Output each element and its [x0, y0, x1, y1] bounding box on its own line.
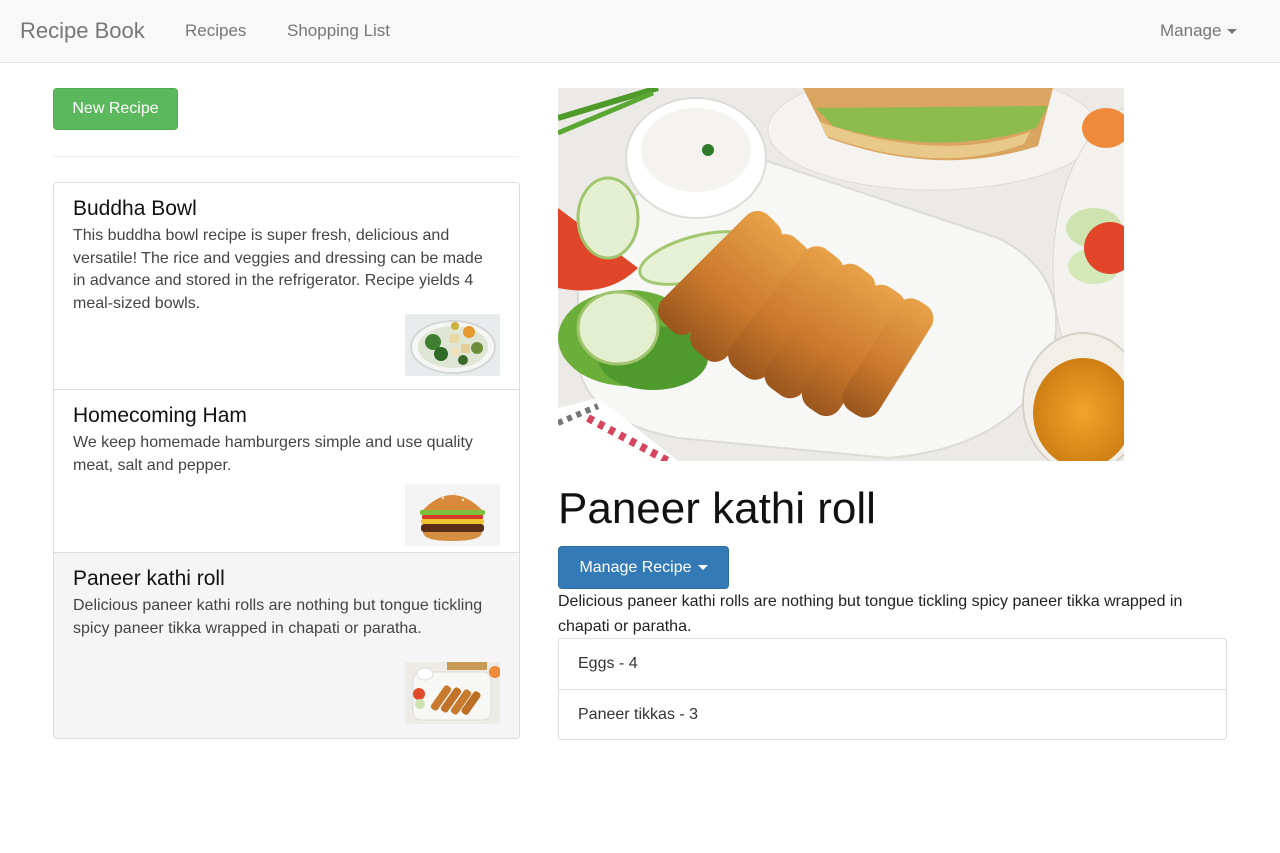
navbar: Recipe Book Recipes Shopping List Manage: [0, 0, 1280, 63]
recipe-description: Delicious paneer kathi rolls are nothing…: [73, 597, 483, 637]
manage-dropdown-label: Manage: [1160, 21, 1222, 40]
recipe-detail-title: Paneer kathi roll: [558, 484, 876, 533]
recipe-list-item[interactable]: Buddha Bowl This buddha bowl recipe is s…: [53, 182, 520, 390]
nav-recipes-link[interactable]: Recipes: [185, 0, 246, 62]
brand-link[interactable]: Recipe Book: [20, 0, 145, 62]
nav-shopping-list-link[interactable]: Shopping List: [287, 0, 390, 62]
recipe-list-item[interactable]: Homecoming Ham We keep homemade hamburge…: [53, 389, 520, 553]
manage-dropdown[interactable]: Manage: [1160, 0, 1238, 62]
recipe-thumbnail-paneer-kathi-roll: [405, 662, 500, 724]
recipe-thumbnail-buddha-bowl: [405, 314, 500, 376]
ingredient-item[interactable]: Paneer tikkas - 3: [559, 689, 1226, 739]
manage-recipe-label: Manage Recipe: [579, 559, 692, 576]
recipe-list-item-active[interactable]: Paneer kathi roll Delicious paneer kathi…: [53, 552, 520, 739]
recipe-hero-image: [558, 88, 1124, 461]
recipe-description: This buddha bowl recipe is super fresh, …: [73, 227, 483, 312]
ingredient-item[interactable]: Eggs - 4: [559, 639, 1226, 689]
recipe-detail-description: Delicious paneer kathi rolls are nothing…: [558, 593, 1183, 635]
divider: [53, 156, 519, 157]
recipe-description: We keep homemade hamburgers simple and u…: [73, 434, 473, 474]
recipe-title: Buddha Bowl: [73, 197, 197, 220]
recipe-thumbnail-homecoming-ham: [405, 484, 500, 546]
manage-recipe-dropdown-button[interactable]: Manage Recipe: [558, 546, 729, 589]
caret-down-icon: [697, 565, 708, 571]
caret-down-icon: [1227, 29, 1238, 35]
new-recipe-button[interactable]: New Recipe: [53, 88, 178, 130]
recipe-title: Homecoming Ham: [73, 404, 247, 427]
recipe-list: Buddha Bowl This buddha bowl recipe is s…: [53, 182, 520, 739]
ingredients-list: Eggs - 4 Paneer tikkas - 3: [558, 638, 1227, 740]
recipe-title: Paneer kathi roll: [73, 567, 225, 590]
